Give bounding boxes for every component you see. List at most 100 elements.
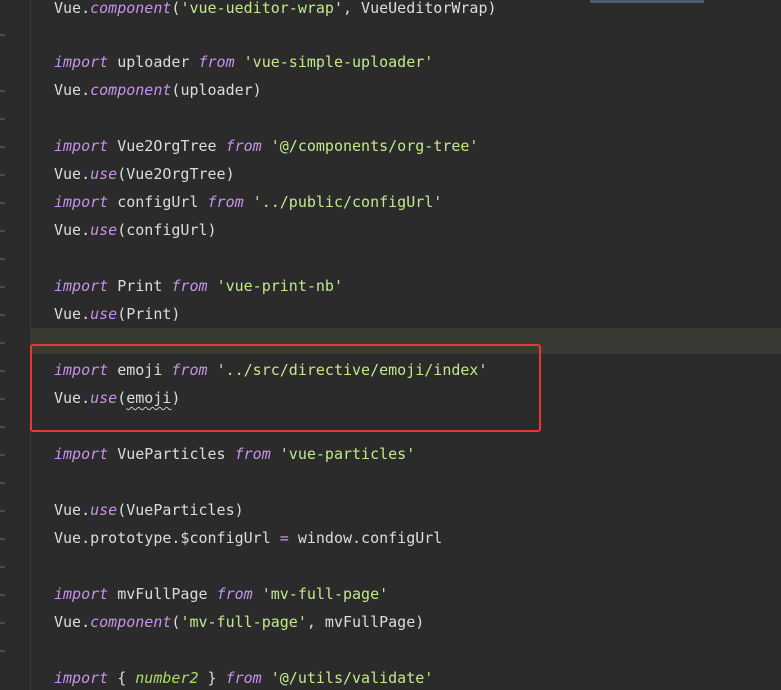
code-token: Print) — [126, 305, 181, 323]
code-token: Print — [108, 277, 172, 295]
code-token: use — [90, 221, 118, 239]
code-token: uploader) — [180, 81, 262, 99]
code-token: import — [54, 445, 109, 463]
fold-marker — [0, 258, 5, 260]
fold-marker — [0, 118, 5, 120]
fold-marker — [0, 342, 5, 344]
fold-marker — [0, 650, 5, 652]
code-token: ( — [117, 305, 127, 323]
fold-marker — [0, 594, 5, 596]
fold-marker — [0, 426, 5, 428]
fold-marker — [0, 34, 5, 36]
code-token: Vue. — [54, 613, 91, 631]
code-token: component — [90, 81, 172, 99]
code-line[interactable]: Vue.component(uploader) — [54, 76, 262, 104]
code-editor[interactable]: Vue.component('vue-ueditor-wrap', VueUed… — [0, 0, 781, 690]
fold-marker — [0, 538, 5, 540]
code-token: '@/utils/validate' — [270, 669, 434, 687]
code-token: 'vue-particles' — [279, 445, 416, 463]
code-token: Vue. — [54, 221, 91, 239]
code-token: ( — [117, 501, 127, 519]
code-token: import — [54, 53, 109, 71]
code-token: VueParticles — [108, 445, 235, 463]
code-token: Vue. — [54, 501, 91, 519]
code-token: from — [207, 193, 244, 211]
code-token: configUrl) — [126, 221, 217, 239]
fold-marker — [0, 398, 5, 400]
code-token: Vue2OrgTree — [108, 137, 226, 155]
code-token: import — [54, 585, 109, 603]
code-token: window.configUrl — [288, 529, 443, 547]
fold-marker — [0, 174, 5, 176]
code-token: mvFullPage — [108, 585, 217, 603]
code-token: Vue. — [54, 305, 91, 323]
code-token: import — [54, 669, 109, 687]
code-token: ( — [117, 165, 127, 183]
code-token: uploader — [108, 53, 199, 71]
code-line[interactable]: import { number2 } from '@/utils/validat… — [54, 664, 433, 690]
code-token: Vue2OrgTree) — [126, 165, 235, 183]
code-token: use — [90, 501, 118, 519]
code-line[interactable]: import uploader from 'vue-simple-uploade… — [54, 48, 433, 76]
code-line[interactable]: Vue.prototype.$configUrl = window.config… — [54, 524, 442, 552]
code-token: Vue.prototype.$configUrl — [54, 529, 280, 547]
code-token: VueParticles) — [126, 501, 244, 519]
code-token: , VueUeditorWrap) — [343, 0, 497, 17]
code-token: import — [54, 193, 109, 211]
code-token: from — [216, 585, 253, 603]
fold-marker — [0, 230, 5, 232]
code-line[interactable]: Vue.component('vue-ueditor-wrap', VueUed… — [54, 0, 497, 22]
code-token: number2 — [135, 669, 199, 687]
code-token: ( — [117, 221, 127, 239]
code-token: 'mv-full-page' — [180, 613, 307, 631]
fold-marker — [0, 622, 5, 624]
code-line[interactable]: import Vue2OrgTree from '@/components/or… — [54, 132, 478, 160]
code-token: 'vue-print-nb' — [216, 277, 343, 295]
code-token: 'mv-full-page' — [261, 585, 389, 603]
code-token: use — [90, 165, 118, 183]
fold-marker — [0, 146, 5, 148]
fold-marker — [0, 314, 5, 316]
code-line[interactable]: import VueParticles from 'vue-particles' — [54, 440, 415, 468]
code-token: Vue. — [54, 81, 91, 99]
code-token: component — [90, 613, 172, 631]
code-line[interactable]: Vue.use(VueParticles) — [54, 496, 244, 524]
code-token: from — [234, 445, 271, 463]
code-token: from — [198, 53, 235, 71]
code-token: Vue. — [54, 0, 91, 17]
scroll-indicator[interactable] — [590, 0, 704, 3]
code-token: component — [90, 0, 172, 17]
code-token: 'vue-ueditor-wrap' — [180, 0, 343, 17]
fold-marker — [0, 370, 5, 372]
code-token: from — [171, 277, 208, 295]
code-token: import — [54, 137, 109, 155]
fold-marker — [0, 286, 5, 288]
code-line[interactable]: import configUrl from '../public/configU… — [54, 188, 442, 216]
code-token: } — [198, 669, 226, 687]
code-line[interactable]: Vue.use(Print) — [54, 300, 180, 328]
code-token: = — [279, 529, 289, 547]
code-line[interactable]: Vue.use(Vue2OrgTree) — [54, 160, 235, 188]
fold-marker — [0, 454, 5, 456]
code-token: use — [90, 305, 118, 323]
code-token: 'vue-simple-uploader' — [243, 53, 434, 71]
code-line[interactable]: import mvFullPage from 'mv-full-page' — [54, 580, 388, 608]
code-token: { — [108, 669, 136, 687]
code-token: configUrl — [108, 193, 208, 211]
annotation-highlight-box — [30, 344, 541, 432]
code-token: '../public/configUrl' — [252, 193, 443, 211]
code-token: , mvFullPage) — [306, 613, 425, 631]
fold-marker — [0, 510, 5, 512]
line-gutter[interactable] — [0, 0, 31, 690]
code-line[interactable]: import Print from 'vue-print-nb' — [54, 272, 343, 300]
fold-marker — [0, 482, 5, 484]
fold-marker — [0, 202, 5, 204]
code-line[interactable]: Vue.component('mv-full-page', mvFullPage… — [54, 608, 424, 636]
fold-marker — [0, 90, 5, 92]
fold-marker — [0, 566, 5, 568]
code-token: from — [225, 669, 262, 687]
code-token: Vue. — [54, 165, 91, 183]
code-token: from — [225, 137, 262, 155]
code-line[interactable]: Vue.use(configUrl) — [54, 216, 217, 244]
code-token: '@/components/org-tree' — [270, 137, 479, 155]
